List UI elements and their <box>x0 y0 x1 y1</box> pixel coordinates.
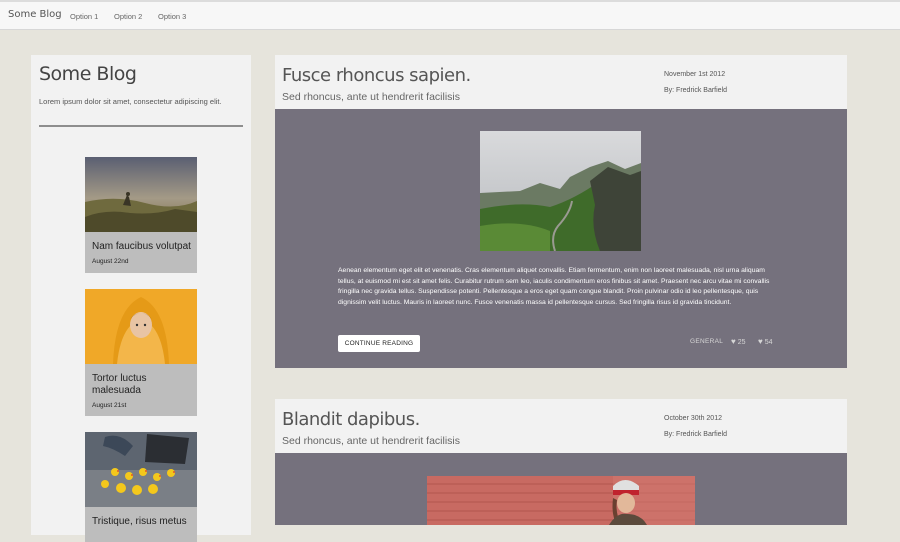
post-title[interactable]: Fusce rhoncus sapien. <box>282 65 471 86</box>
nav-option-2[interactable]: Option 2 <box>114 12 142 21</box>
sidebar: Some Blog Lorem ipsum dolor sit amet, co… <box>31 55 251 542</box>
post-image-brick-wall <box>427 476 695 525</box>
post-excerpt: Aenean elementum eget elit et venenatis.… <box>338 267 770 307</box>
card-title: Tortor luctus malesuada <box>92 373 147 396</box>
post-date: November 1st 2012 <box>664 71 726 78</box>
post-author: By: Fredrick Barfield <box>664 431 728 438</box>
sidebar-title: Some Blog <box>39 63 137 85</box>
card-title: Nam faucibus volutpat <box>92 241 191 252</box>
sidebar-description: Lorem ipsum dolor sit amet, consectetur … <box>39 97 222 106</box>
card-title: Tristique, risus metus <box>92 516 187 527</box>
heart-icon: ♥ <box>731 337 736 346</box>
card-image-ducks-laptop <box>85 432 197 507</box>
post-author: By: Fredrick Barfield <box>664 87 728 94</box>
sidebar-card-3[interactable]: Tristique, risus metus <box>85 432 197 542</box>
likes-count[interactable]: ♥ 25 <box>731 337 746 346</box>
card-date: August 22nd <box>92 258 129 265</box>
nav-option-3[interactable]: Option 3 <box>158 12 186 21</box>
post-category[interactable]: GENERAL <box>690 338 723 345</box>
sidebar-divider <box>39 125 243 127</box>
post-2: Blandit dapibus. Sed rhoncus, ante ut he… <box>275 399 847 525</box>
post-subtitle: Sed rhoncus, ante ut hendrerit facilisis <box>282 91 461 103</box>
likes-value: 25 <box>737 339 746 346</box>
post-date: October 30th 2012 <box>664 415 722 422</box>
post-image-landscape <box>480 131 641 251</box>
post-1: Fusce rhoncus sapien. Sed rhoncus, ante … <box>275 55 847 368</box>
top-navbar: Some Blog Option 1 Option 2 Option 3 <box>0 0 900 30</box>
post-subtitle: Sed rhoncus, ante ut hendrerit facilisis <box>282 435 461 447</box>
sidebar-card-1[interactable]: Nam faucibus volutpat August 22nd <box>85 157 197 273</box>
post-title[interactable]: Blandit dapibus. <box>282 409 420 430</box>
card-date: August 21st <box>92 402 127 409</box>
brand-link[interactable]: Some Blog <box>8 9 62 20</box>
post-header: Blandit dapibus. Sed rhoncus, ante ut he… <box>275 399 847 453</box>
post-header: Fusce rhoncus sapien. Sed rhoncus, ante … <box>275 55 847 109</box>
favorites-value: 54 <box>764 339 773 346</box>
continue-reading-button[interactable]: CONTINUE READING <box>338 335 420 352</box>
card-image-person-yellow <box>85 289 197 364</box>
post-body: Aenean elementum eget elit et venenatis.… <box>275 109 847 368</box>
nav-option-1[interactable]: Option 1 <box>70 12 98 21</box>
post-body <box>275 453 847 525</box>
heart-icon: ♥ <box>758 337 763 346</box>
card-image-mountain <box>85 157 197 232</box>
favorites-count[interactable]: ♥ 54 <box>758 337 773 346</box>
sidebar-card-2[interactable]: Tortor luctus malesuada August 21st <box>85 289 197 416</box>
